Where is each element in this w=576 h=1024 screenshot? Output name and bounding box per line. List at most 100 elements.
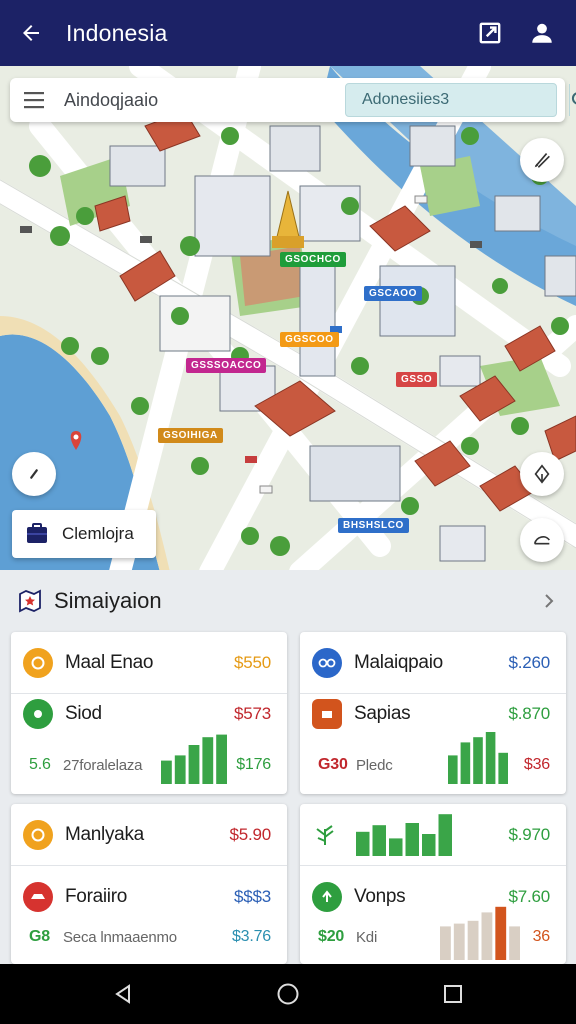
card-top-row: Malaiqpaio $.260	[300, 632, 566, 694]
menu-button[interactable]	[10, 78, 58, 122]
layers-button[interactable]	[520, 138, 564, 182]
search-input[interactable]	[346, 84, 569, 116]
card-item-price: $.970	[508, 824, 550, 844]
price-card[interactable]: Manlyaka $5.90 Foraiiro $$$3 G8 Seca lnm…	[11, 804, 287, 964]
mini-bar	[389, 838, 403, 856]
card-top-row: Manlyaka $5.90	[11, 804, 287, 866]
card-stat-left: G8	[29, 928, 50, 945]
card-stat-mid: Kdi	[356, 929, 378, 946]
map-star-icon	[12, 588, 48, 614]
current-location-text: Aindoqjaaio	[64, 89, 159, 110]
map-illustration	[0, 66, 576, 572]
arrow-left-icon	[23, 25, 39, 41]
mini-bar	[448, 755, 458, 784]
mini-bar	[495, 906, 507, 960]
card-top-row: $.970	[300, 804, 566, 866]
location-button[interactable]	[520, 452, 564, 496]
card-stat-mid: 27foralelaza	[63, 757, 143, 774]
card-item-name: Malaiqpaio	[354, 651, 443, 673]
coin-icon	[23, 647, 53, 678]
card-stat-right: $3.76	[231, 928, 271, 945]
map-label[interactable]: GSOCHCO	[280, 252, 346, 267]
card-item-price: $$$3	[233, 887, 271, 906]
card-item-name: Sapias	[354, 703, 411, 724]
card-item-name: Siod	[65, 703, 102, 724]
summary-panel: Simaiyaion Maal Enao $550 Siod $573 5.6 …	[0, 570, 576, 964]
marker-icon	[312, 882, 342, 912]
map-search-bar: Aindoqjaaio	[10, 78, 576, 122]
mini-bar	[216, 734, 227, 784]
mini-bar	[188, 745, 200, 784]
search-icon	[571, 92, 576, 105]
mini-bar	[481, 912, 493, 960]
back-button[interactable]	[0, 0, 62, 66]
infinity-icon	[312, 647, 342, 678]
place-chip[interactable]: Clemlojra	[12, 510, 156, 558]
open-external-button[interactable]	[464, 0, 516, 66]
directions-button[interactable]	[520, 518, 564, 562]
search-button[interactable]	[569, 84, 576, 116]
mini-bar	[473, 737, 483, 784]
app-screen: Indonesia GSOCHCO GSCAOO GGSCOO GSSSOACC…	[0, 0, 576, 1024]
card-item-name: Maal Enao	[65, 651, 154, 673]
panel-header[interactable]: Simaiyaion	[12, 570, 564, 632]
back-triangle-icon	[114, 984, 130, 1004]
chip-label: Clemlojra	[62, 524, 134, 543]
card-stat-right: $36	[523, 756, 550, 773]
city-map[interactable]: GSOCHCO GSCAOO GGSCOO GSSSOACCO GSOIHIGA…	[0, 66, 576, 572]
top-app-bar: Indonesia	[0, 0, 576, 66]
map-label[interactable]: BHSHSLCO	[338, 518, 409, 533]
mini-bar	[372, 825, 386, 856]
compass-button[interactable]	[12, 452, 56, 496]
card-stat-right: 36	[532, 928, 551, 945]
card-bottom-row: Sapias $.870	[300, 694, 566, 734]
open-external-icon	[479, 22, 501, 44]
card-stat-right: $176	[236, 756, 271, 773]
mini-bar-chart	[448, 732, 508, 784]
map-label[interactable]: GSSSOACCO	[186, 358, 267, 373]
recents-square-icon	[444, 985, 463, 1003]
card-top-row: Maal Enao $550	[11, 632, 287, 694]
mini-bar-chart	[161, 732, 227, 784]
search-field	[345, 83, 576, 117]
pencil-icon	[534, 153, 550, 168]
mini-bar	[498, 752, 508, 784]
dish-icon	[312, 699, 342, 729]
map-label[interactable]: GSCAOO	[364, 286, 423, 301]
mini-bar	[405, 823, 419, 856]
price-card[interactable]: Maal Enao $550 Siod $573 5.6 27foralelaz…	[11, 632, 287, 794]
chevron-right-icon[interactable]	[534, 592, 564, 610]
mini-bar	[174, 755, 186, 784]
card-bottom-row: Foraiiro $$$3	[11, 866, 287, 928]
mini-bar	[161, 760, 172, 784]
mini-bar	[509, 926, 520, 960]
card-bottom-row: Vonps $7.60	[300, 866, 566, 928]
system-nav-bar	[0, 964, 576, 1024]
card-item-name: Manlyaka	[65, 823, 144, 845]
map-label[interactable]: GGSCOO	[280, 332, 339, 347]
card-item-price: $5.90	[229, 824, 271, 844]
briefcase-icon	[12, 523, 62, 545]
nav-recents-button[interactable]	[423, 964, 483, 1024]
card-item-name: Foraiiro	[65, 886, 128, 907]
price-card[interactable]: Malaiqpaio $.260 Sapias $.870 G30 Pledc …	[300, 632, 566, 794]
page-title: Indonesia	[66, 19, 168, 46]
account-button[interactable]	[516, 0, 568, 66]
price-card[interactable]: $.970 Vonps $7.60 $20 Kdi 36	[300, 804, 566, 964]
mini-bar-chart	[440, 904, 520, 960]
mini-bar	[440, 926, 451, 960]
mini-bar	[202, 737, 214, 784]
card-stat-mid: Seca lnmaaenmo	[63, 929, 177, 946]
mini-bar	[485, 732, 496, 784]
plant-icon	[312, 823, 352, 847]
nav-home-button[interactable]	[258, 964, 318, 1024]
car-icon	[23, 882, 53, 912]
hamburger-menu-icon	[24, 92, 44, 109]
account-icon	[532, 23, 552, 43]
card-item-price: $.870	[508, 704, 550, 723]
map-label[interactable]: GSSO	[396, 372, 438, 387]
map-label[interactable]: GSOIHIGA	[158, 428, 223, 443]
nav-back-button[interactable]	[93, 964, 153, 1024]
mini-bar	[438, 814, 452, 856]
card-item-price: $573	[233, 704, 271, 723]
